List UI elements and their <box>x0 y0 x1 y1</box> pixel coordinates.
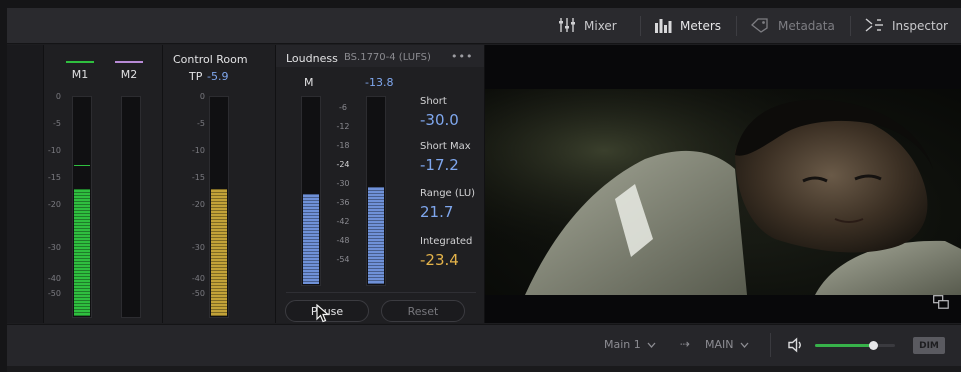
lu-scale-label: -12 <box>336 122 350 131</box>
range-value: 21.7 <box>420 203 454 221</box>
momentary-meter <box>301 96 321 286</box>
scale-label: -40 <box>47 274 61 283</box>
video-still-image <box>485 89 961 295</box>
dim-button[interactable]: DIM <box>913 337 945 354</box>
meters-label: Meters <box>680 19 722 33</box>
scale-label: 0 <box>199 92 205 101</box>
scale-label: -15 <box>47 173 61 182</box>
volume-slider-fill <box>815 344 873 347</box>
video-viewer[interactable] <box>485 45 961 323</box>
control-room-level-fill <box>211 189 227 316</box>
integrated-label: Integrated <box>420 236 473 247</box>
chevron-down-icon <box>740 338 749 351</box>
loudness-title: Loudness <box>286 52 338 65</box>
m1-color-line <box>66 61 94 63</box>
momentary-level-fill <box>303 194 319 284</box>
speaker-icon[interactable] <box>788 337 806 357</box>
toolbar-divider <box>850 16 851 36</box>
m2-label: M2 <box>120 68 138 81</box>
m1-peak-hold <box>74 165 90 166</box>
monitor-bottom-bar: Main 1 ⇢ MAIN DIM <box>7 324 961 366</box>
m2-color-line <box>115 61 143 63</box>
channel-meters-panel <box>44 45 162 323</box>
loudness-standard: BS.1770-4 (LUFS) <box>344 52 431 63</box>
route-arrow-icon: ⇢ <box>680 337 691 351</box>
short-max-label: Short Max <box>420 141 471 152</box>
reset-button[interactable]: Reset <box>381 300 465 322</box>
bottom-divider <box>770 333 771 357</box>
metadata-label: Metadata <box>778 19 835 33</box>
video-frame <box>485 89 961 295</box>
tp-label: TP <box>189 70 203 83</box>
tp-value: -5.9 <box>207 70 229 83</box>
scale-label: 0 <box>55 92 61 101</box>
short-term-level-fill <box>368 187 384 284</box>
destination-selector[interactable]: MAIN <box>705 338 749 351</box>
more-options-icon[interactable]: ••• <box>451 50 473 63</box>
control-room-title: Control Room <box>173 53 248 66</box>
volume-slider-thumb[interactable] <box>869 341 878 350</box>
volume-slider[interactable] <box>815 341 895 350</box>
integrated-value: -23.4 <box>420 251 459 269</box>
scale-label: -20 <box>191 200 205 209</box>
inspector-label: Inspector <box>892 19 948 33</box>
lu-scale-label: -30 <box>336 179 350 188</box>
short-value: -30.0 <box>420 111 459 129</box>
scale-label: -5 <box>53 119 61 128</box>
m1-level-fill <box>74 189 90 316</box>
toolbar-divider <box>640 16 641 36</box>
scale-label: -15 <box>191 173 205 182</box>
fairlight-monitor-window: Mixer Meters Metadata Inspector M1 M2 0 … <box>7 8 961 372</box>
range-label: Range (LU) <box>420 188 476 199</box>
inspector-button[interactable]: Inspector <box>864 8 948 44</box>
destination-label: MAIN <box>705 338 734 351</box>
meters-button[interactable]: Meters <box>654 8 721 44</box>
short-max-value: -17.2 <box>420 156 459 174</box>
m1-label: M1 <box>71 68 89 81</box>
chevron-down-icon <box>647 338 656 351</box>
lu-scale-label: -54 <box>336 255 350 264</box>
toolbar-divider <box>736 16 737 36</box>
scale-label: -20 <box>47 200 61 209</box>
inspector-icon <box>864 17 884 36</box>
scale-label: -5 <box>197 119 205 128</box>
source-label: Main 1 <box>604 338 641 351</box>
m-value: -13.8 <box>365 76 394 89</box>
m1-meter <box>72 96 92 318</box>
short-label: Short <box>420 96 447 107</box>
reset-label: Reset <box>407 304 439 318</box>
scale-label: -50 <box>47 289 61 298</box>
m-label: M <box>304 76 314 89</box>
lu-scale-label: -48 <box>336 236 350 245</box>
bottom-strip <box>7 366 961 372</box>
m2-meter <box>121 96 141 318</box>
lu-scale-label: -24 <box>336 160 350 169</box>
control-room-meter <box>209 96 229 318</box>
tag-icon <box>750 17 770 36</box>
scale-label: -30 <box>47 243 61 252</box>
lu-scale-label: -6 <box>339 103 347 112</box>
top-toolbar: Mixer Meters Metadata Inspector <box>7 8 961 44</box>
mixer-button[interactable]: Mixer <box>558 8 617 44</box>
source-selector[interactable]: Main 1 <box>604 338 656 351</box>
lu-scale-label: -42 <box>336 217 350 226</box>
mixer-icon <box>558 17 576 36</box>
scale-label: -50 <box>191 289 205 298</box>
scale-label: -10 <box>47 146 61 155</box>
short-term-meter <box>366 96 386 286</box>
scale-label: -30 <box>191 243 205 252</box>
lu-scale-label: -36 <box>336 198 350 207</box>
mixer-label: Mixer <box>584 19 617 33</box>
lu-scale-label: -18 <box>336 141 350 150</box>
left-gutter <box>7 45 43 323</box>
picture-in-picture-icon[interactable] <box>933 294 949 313</box>
metadata-button[interactable]: Metadata <box>750 8 835 44</box>
loudness-divider <box>286 292 476 293</box>
scale-label: -10 <box>191 146 205 155</box>
meters-icon <box>654 17 672 36</box>
scale-label: -40 <box>191 274 205 283</box>
dim-label: DIM <box>919 340 939 351</box>
